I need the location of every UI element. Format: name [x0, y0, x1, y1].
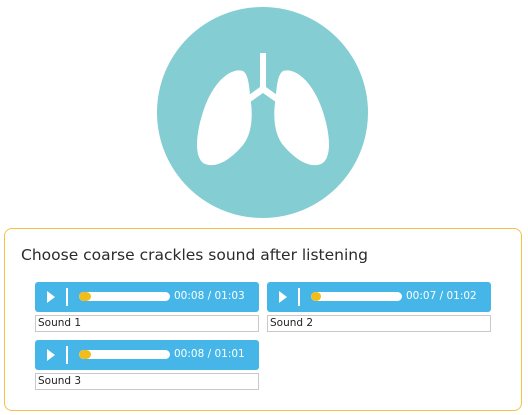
- progress-bar[interactable]: [79, 350, 170, 359]
- progress-bar[interactable]: [79, 292, 170, 301]
- play-icon[interactable]: [279, 291, 287, 303]
- play-icon[interactable]: [47, 349, 55, 361]
- progress-fill: [311, 292, 321, 301]
- progress-fill: [79, 292, 91, 301]
- answer-option-2[interactable]: Sound 2: [267, 315, 491, 332]
- divider: [66, 346, 68, 364]
- audio-player-1: 00:08 / 01:03: [35, 282, 259, 312]
- progress-bar[interactable]: [311, 292, 402, 301]
- divider: [66, 288, 68, 306]
- progress-fill: [79, 350, 91, 359]
- lungs-illustration: [157, 7, 368, 218]
- time-display: 00:08 / 01:03: [174, 290, 245, 302]
- time-display: 00:07 / 01:02: [406, 290, 477, 302]
- answer-option-1[interactable]: Sound 1: [35, 315, 259, 332]
- question-card: Choose coarse crackles sound after liste…: [4, 228, 522, 411]
- audio-player-2: 00:07 / 01:02: [267, 282, 491, 312]
- audio-player-3: 00:08 / 01:01: [35, 340, 259, 370]
- time-display: 00:08 / 01:01: [174, 348, 245, 360]
- answer-option-3[interactable]: Sound 3: [35, 373, 259, 390]
- question-text: Choose coarse crackles sound after liste…: [21, 246, 368, 264]
- play-icon[interactable]: [47, 291, 55, 303]
- lungs-icon: [197, 53, 329, 166]
- divider: [298, 288, 300, 306]
